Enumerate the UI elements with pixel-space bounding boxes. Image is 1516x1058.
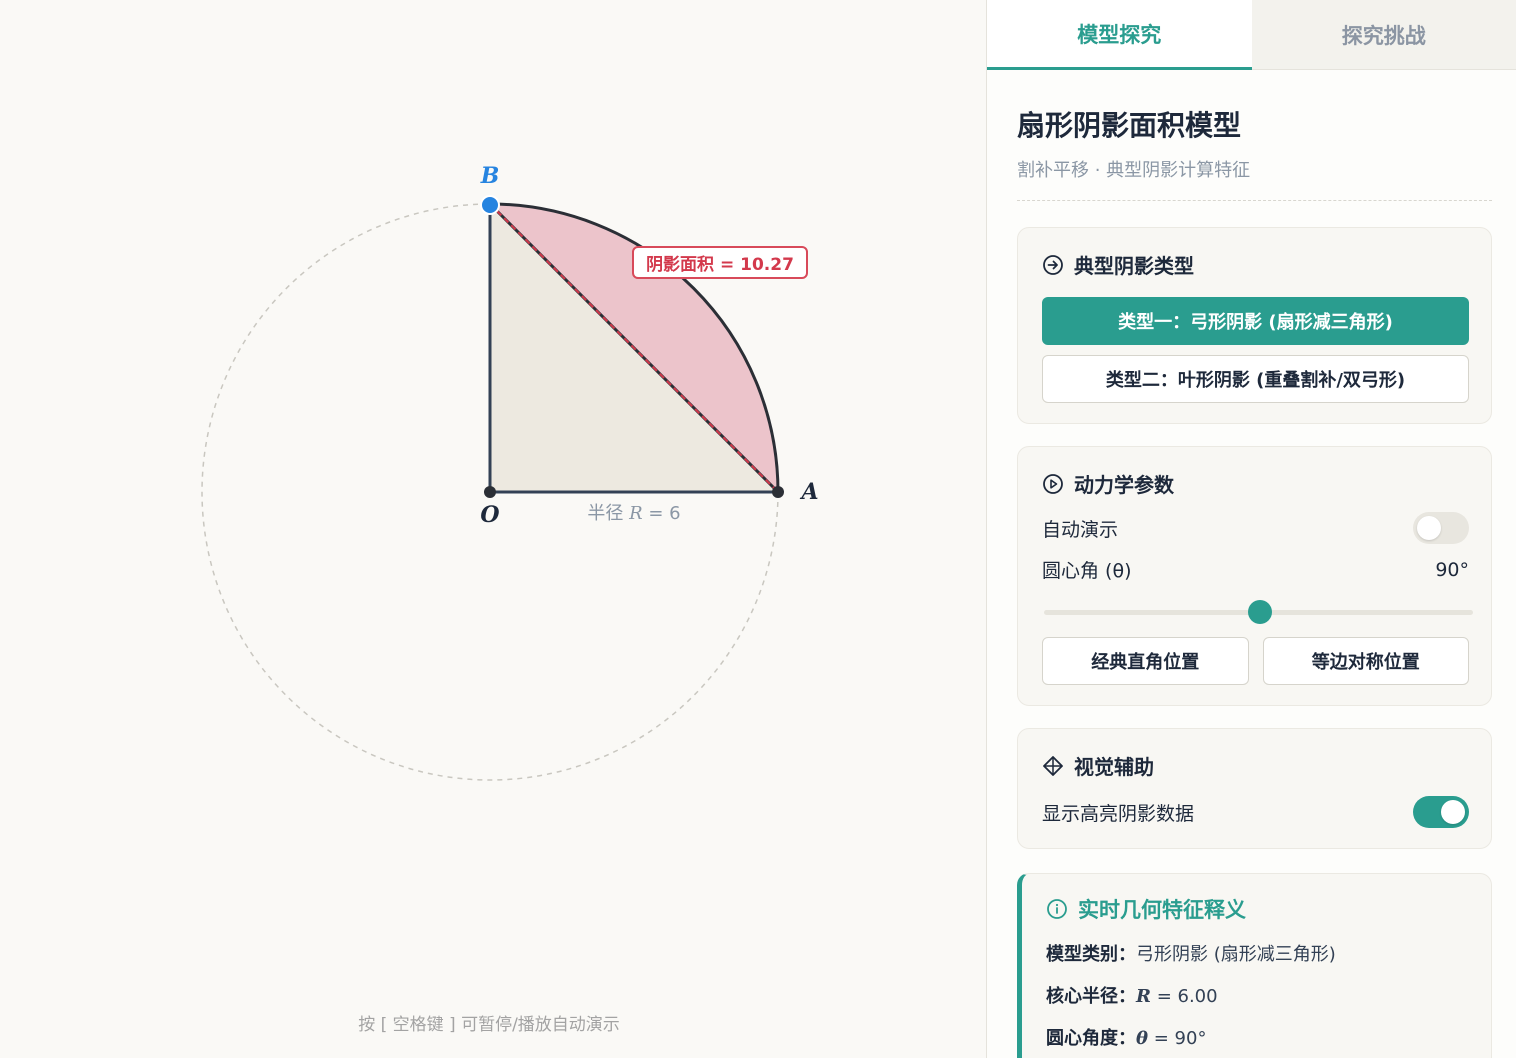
type1-segment-button[interactable]: 类型一：弓形阴影 (扇形减三角形)	[1042, 297, 1469, 345]
highlight-toggle[interactable]	[1413, 796, 1469, 828]
angle-slider[interactable]	[1042, 599, 1473, 625]
highlight-row: 显示高亮阴影数据	[1042, 796, 1469, 828]
tab-model-explore[interactable]: 模型探究	[987, 0, 1252, 70]
dynamics-heading: 动力学参数	[1074, 473, 1174, 497]
control-panel: 模型探究 探究挑战 扇形阴影面积模型 割补平移 · 典型阴影计算特征 典型阴影类…	[986, 0, 1516, 1058]
info-radius: 核心半径：R = 6.00	[1046, 986, 1218, 1007]
panel-title: 扇形阴影面积模型	[1017, 109, 1242, 142]
point-O	[484, 486, 496, 498]
play-circle-icon	[1043, 473, 1063, 494]
label-O: O	[480, 502, 499, 528]
angle-row: 圆心角 (θ) 90°	[1042, 556, 1469, 583]
crosshair-diamond-icon	[1043, 755, 1063, 776]
auto-demo-toggle[interactable]	[1413, 512, 1469, 544]
info-model-type: 模型类别：弓形阴影 (扇形减三角形)	[1046, 944, 1336, 965]
dynamics-card: 动力学参数 自动演示 圆心角 (θ) 90° 经典直角位置 等边对称位置	[1017, 446, 1492, 706]
angle-value: 90°	[1435, 558, 1469, 581]
info-heading: 实时几何特征释义	[1078, 898, 1246, 922]
label-B: B	[480, 163, 500, 189]
auto-demo-label: 自动演示	[1042, 518, 1119, 541]
label-A: A	[799, 479, 818, 505]
type2-leaf-button[interactable]: 类型二：叶形阴影 (重叠割补/双弓形)	[1042, 355, 1469, 403]
info-angle: 圆心角度：θ = 90°	[1046, 1028, 1207, 1049]
point-B-handle	[480, 195, 500, 215]
shaded-area-badge: 阴影面积 = 10.27	[632, 246, 808, 279]
info-circle-icon	[1047, 899, 1067, 919]
tab-bar: 模型探究 探究挑战	[987, 0, 1516, 70]
angle-label: 圆心角 (θ)	[1042, 560, 1132, 582]
geometry-svg: B A O 半径 R = 6	[201, 163, 819, 781]
point-A	[772, 486, 784, 498]
equilateral-symmetric-button[interactable]: 等边对称位置	[1262, 637, 1469, 685]
arrow-circle-icon	[1043, 254, 1063, 275]
toggle-knob	[1441, 800, 1465, 824]
toggle-knob	[1417, 516, 1441, 540]
classic-right-angle-button[interactable]: 经典直角位置	[1042, 637, 1249, 685]
panel-subtitle: 割补平移 · 典型阴影计算特征	[1017, 156, 1492, 201]
shade-types-heading: 典型阴影类型	[1074, 254, 1194, 278]
geometry-info-card: 实时几何特征释义 模型类别：弓形阴影 (扇形减三角形) 核心半径：R = 6.0…	[1017, 873, 1492, 1058]
slider-thumb[interactable]	[1248, 600, 1272, 624]
auto-demo-row: 自动演示	[1042, 512, 1469, 544]
visual-aid-card: 视觉辅助 显示高亮阴影数据	[1017, 728, 1492, 849]
visual-aid-heading: 视觉辅助	[1074, 755, 1154, 779]
radius-label: 半径 R = 6	[587, 503, 680, 524]
highlight-label: 显示高亮阴影数据	[1042, 802, 1195, 825]
geometry-canvas[interactable]: B A O 半径 R = 6 阴影面积 = 10.27 按 [ 空格键 ] 可暂…	[0, 0, 986, 1058]
keyboard-hint: 按 [ 空格键 ] 可暂停/播放自动演示	[358, 1015, 620, 1035]
shade-types-card: 典型阴影类型 类型一：弓形阴影 (扇形减三角形) 类型二：叶形阴影 (重叠割补/…	[1017, 227, 1492, 424]
tab-challenge[interactable]: 探究挑战	[1251, 0, 1516, 70]
